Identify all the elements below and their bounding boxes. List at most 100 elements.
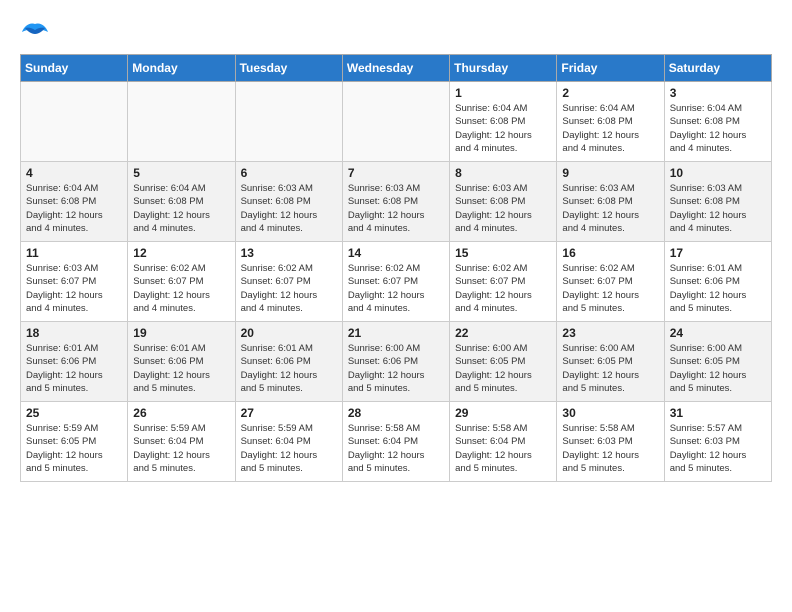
day-number: 22 — [455, 326, 551, 340]
calendar-day-cell: 24 Sunrise: 6:00 AM Sunset: 6:05 PM Dayli… — [664, 322, 771, 402]
day-info: Sunrise: 6:02 AM Sunset: 6:07 PM Dayligh… — [241, 262, 337, 315]
day-number: 29 — [455, 406, 551, 420]
calendar-day-cell — [342, 82, 449, 162]
calendar-day-cell: 26 Sunrise: 5:59 AM Sunset: 6:04 PM Dayli… — [128, 402, 235, 482]
day-info: Sunrise: 6:04 AM Sunset: 6:08 PM Dayligh… — [670, 102, 766, 155]
day-info: Sunrise: 5:58 AM Sunset: 6:04 PM Dayligh… — [348, 422, 444, 475]
calendar-day-cell: 5 Sunrise: 6:04 AM Sunset: 6:08 PM Daylig… — [128, 162, 235, 242]
calendar-day-cell: 15 Sunrise: 6:02 AM Sunset: 6:07 PM Dayli… — [450, 242, 557, 322]
day-number: 1 — [455, 86, 551, 100]
day-info: Sunrise: 5:59 AM Sunset: 6:04 PM Dayligh… — [241, 422, 337, 475]
day-info: Sunrise: 6:01 AM Sunset: 6:06 PM Dayligh… — [241, 342, 337, 395]
calendar-day-cell — [21, 82, 128, 162]
day-info: Sunrise: 6:03 AM Sunset: 6:08 PM Dayligh… — [670, 182, 766, 235]
calendar-day-cell: 10 Sunrise: 6:03 AM Sunset: 6:08 PM Dayli… — [664, 162, 771, 242]
calendar-day-cell: 23 Sunrise: 6:00 AM Sunset: 6:05 PM Dayli… — [557, 322, 664, 402]
day-info: Sunrise: 6:00 AM Sunset: 6:06 PM Dayligh… — [348, 342, 444, 395]
weekday-header: Wednesday — [342, 55, 449, 82]
weekday-header: Saturday — [664, 55, 771, 82]
day-info: Sunrise: 5:59 AM Sunset: 6:05 PM Dayligh… — [26, 422, 122, 475]
calendar-day-cell: 16Sunrise: 6:02 AM Sunset: 6:07 PM Dayli… — [557, 242, 664, 322]
day-number: 13 — [241, 246, 337, 260]
day-info: Sunrise: 5:58 AM Sunset: 6:03 PM Dayligh… — [562, 422, 658, 475]
day-info: Sunrise: 6:03 AM Sunset: 6:08 PM Dayligh… — [241, 182, 337, 235]
calendar-day-cell: 30 Sunrise: 5:58 AM Sunset: 6:03 PM Dayli… — [557, 402, 664, 482]
day-info: Sunrise: 6:04 AM Sunset: 6:08 PM Dayligh… — [562, 102, 658, 155]
calendar-day-cell: 17 Sunrise: 6:01 AM Sunset: 6:06 PM Dayli… — [664, 242, 771, 322]
day-number: 28 — [348, 406, 444, 420]
calendar-day-cell: 4 Sunrise: 6:04 AM Sunset: 6:08 PM Daylig… — [21, 162, 128, 242]
page-header — [20, 20, 772, 44]
weekday-header: Thursday — [450, 55, 557, 82]
day-info: Sunrise: 6:03 AM Sunset: 6:08 PM Dayligh… — [348, 182, 444, 235]
day-number: 23 — [562, 326, 658, 340]
day-info: Sunrise: 6:01 AM Sunset: 6:06 PM Dayligh… — [133, 342, 229, 395]
day-number: 31 — [670, 406, 766, 420]
day-info: Sunrise: 6:02 AM Sunset: 6:07 PM Dayligh… — [455, 262, 551, 315]
day-info: Sunrise: 6:02 AM Sunset: 6:07 PM Dayligh… — [133, 262, 229, 315]
day-number: 21 — [348, 326, 444, 340]
day-number: 16 — [562, 246, 658, 260]
logo — [20, 20, 54, 44]
day-number: 27 — [241, 406, 337, 420]
day-info: Sunrise: 6:03 AM Sunset: 6:08 PM Dayligh… — [562, 182, 658, 235]
day-info: Sunrise: 6:00 AM Sunset: 6:05 PM Dayligh… — [455, 342, 551, 395]
calendar-day-cell: 20 Sunrise: 6:01 AM Sunset: 6:06 PM Dayli… — [235, 322, 342, 402]
calendar-day-cell: 6 Sunrise: 6:03 AM Sunset: 6:08 PM Daylig… — [235, 162, 342, 242]
weekday-header: Sunday — [21, 55, 128, 82]
day-number: 6 — [241, 166, 337, 180]
day-number: 8 — [455, 166, 551, 180]
calendar-day-cell: 19 Sunrise: 6:01 AM Sunset: 6:06 PM Dayli… — [128, 322, 235, 402]
day-number: 5 — [133, 166, 229, 180]
calendar-day-cell: 29 Sunrise: 5:58 AM Sunset: 6:04 PM Dayli… — [450, 402, 557, 482]
day-info: Sunrise: 5:59 AM Sunset: 6:04 PM Dayligh… — [133, 422, 229, 475]
day-info: Sunrise: 6:04 AM Sunset: 6:08 PM Dayligh… — [133, 182, 229, 235]
calendar-day-cell: 3 Sunrise: 6:04 AM Sunset: 6:08 PM Daylig… — [664, 82, 771, 162]
day-number: 24 — [670, 326, 766, 340]
calendar-day-cell: 7 Sunrise: 6:03 AM Sunset: 6:08 PM Daylig… — [342, 162, 449, 242]
day-number: 25 — [26, 406, 122, 420]
calendar-day-cell: 13 Sunrise: 6:02 AM Sunset: 6:07 PM Dayli… — [235, 242, 342, 322]
calendar-day-cell: 12 Sunrise: 6:02 AM Sunset: 6:07 PM Dayli… — [128, 242, 235, 322]
day-number: 4 — [26, 166, 122, 180]
day-info: Sunrise: 5:58 AM Sunset: 6:04 PM Dayligh… — [455, 422, 551, 475]
day-number: 10 — [670, 166, 766, 180]
day-number: 15 — [455, 246, 551, 260]
day-number: 20 — [241, 326, 337, 340]
day-info: Sunrise: 6:01 AM Sunset: 6:06 PM Dayligh… — [670, 262, 766, 315]
day-number: 17 — [670, 246, 766, 260]
day-number: 11 — [26, 246, 122, 260]
calendar-day-cell: 2Sunrise: 6:04 AM Sunset: 6:08 PM Daylig… — [557, 82, 664, 162]
day-number: 7 — [348, 166, 444, 180]
day-number: 26 — [133, 406, 229, 420]
day-info: Sunrise: 6:00 AM Sunset: 6:05 PM Dayligh… — [562, 342, 658, 395]
day-number: 19 — [133, 326, 229, 340]
day-number: 18 — [26, 326, 122, 340]
calendar-day-cell: 8 Sunrise: 6:03 AM Sunset: 6:08 PM Daylig… — [450, 162, 557, 242]
calendar-week-row: 25 Sunrise: 5:59 AM Sunset: 6:05 PM Dayli… — [21, 402, 772, 482]
day-info: Sunrise: 6:02 AM Sunset: 6:07 PM Dayligh… — [348, 262, 444, 315]
calendar-day-cell: 1 Sunrise: 6:04 AM Sunset: 6:08 PM Daylig… — [450, 82, 557, 162]
day-info: Sunrise: 6:04 AM Sunset: 6:08 PM Dayligh… — [455, 102, 551, 155]
day-info: Sunrise: 6:03 AM Sunset: 6:08 PM Dayligh… — [455, 182, 551, 235]
calendar-day-cell: 21 Sunrise: 6:00 AM Sunset: 6:06 PM Dayli… — [342, 322, 449, 402]
weekday-header: Tuesday — [235, 55, 342, 82]
day-info: Sunrise: 6:00 AM Sunset: 6:05 PM Dayligh… — [670, 342, 766, 395]
day-number: 30 — [562, 406, 658, 420]
calendar-day-cell — [128, 82, 235, 162]
calendar-week-row: 1 Sunrise: 6:04 AM Sunset: 6:08 PM Daylig… — [21, 82, 772, 162]
calendar-table: SundayMondayTuesdayWednesdayThursdayFrid… — [20, 54, 772, 482]
day-number: 14 — [348, 246, 444, 260]
calendar-day-cell: 11Sunrise: 6:03 AM Sunset: 6:07 PM Dayli… — [21, 242, 128, 322]
calendar-day-cell: 14 Sunrise: 6:02 AM Sunset: 6:07 PM Dayli… — [342, 242, 449, 322]
day-number: 3 — [670, 86, 766, 100]
day-number: 12 — [133, 246, 229, 260]
calendar-day-cell: 31Sunrise: 5:57 AM Sunset: 6:03 PM Dayli… — [664, 402, 771, 482]
day-info: Sunrise: 6:01 AM Sunset: 6:06 PM Dayligh… — [26, 342, 122, 395]
calendar-day-cell: 9 Sunrise: 6:03 AM Sunset: 6:08 PM Daylig… — [557, 162, 664, 242]
calendar-day-cell: 22 Sunrise: 6:00 AM Sunset: 6:05 PM Dayli… — [450, 322, 557, 402]
day-info: Sunrise: 6:04 AM Sunset: 6:08 PM Dayligh… — [26, 182, 122, 235]
day-number: 9 — [562, 166, 658, 180]
calendar-week-row: 11Sunrise: 6:03 AM Sunset: 6:07 PM Dayli… — [21, 242, 772, 322]
logo-icon — [20, 20, 50, 44]
